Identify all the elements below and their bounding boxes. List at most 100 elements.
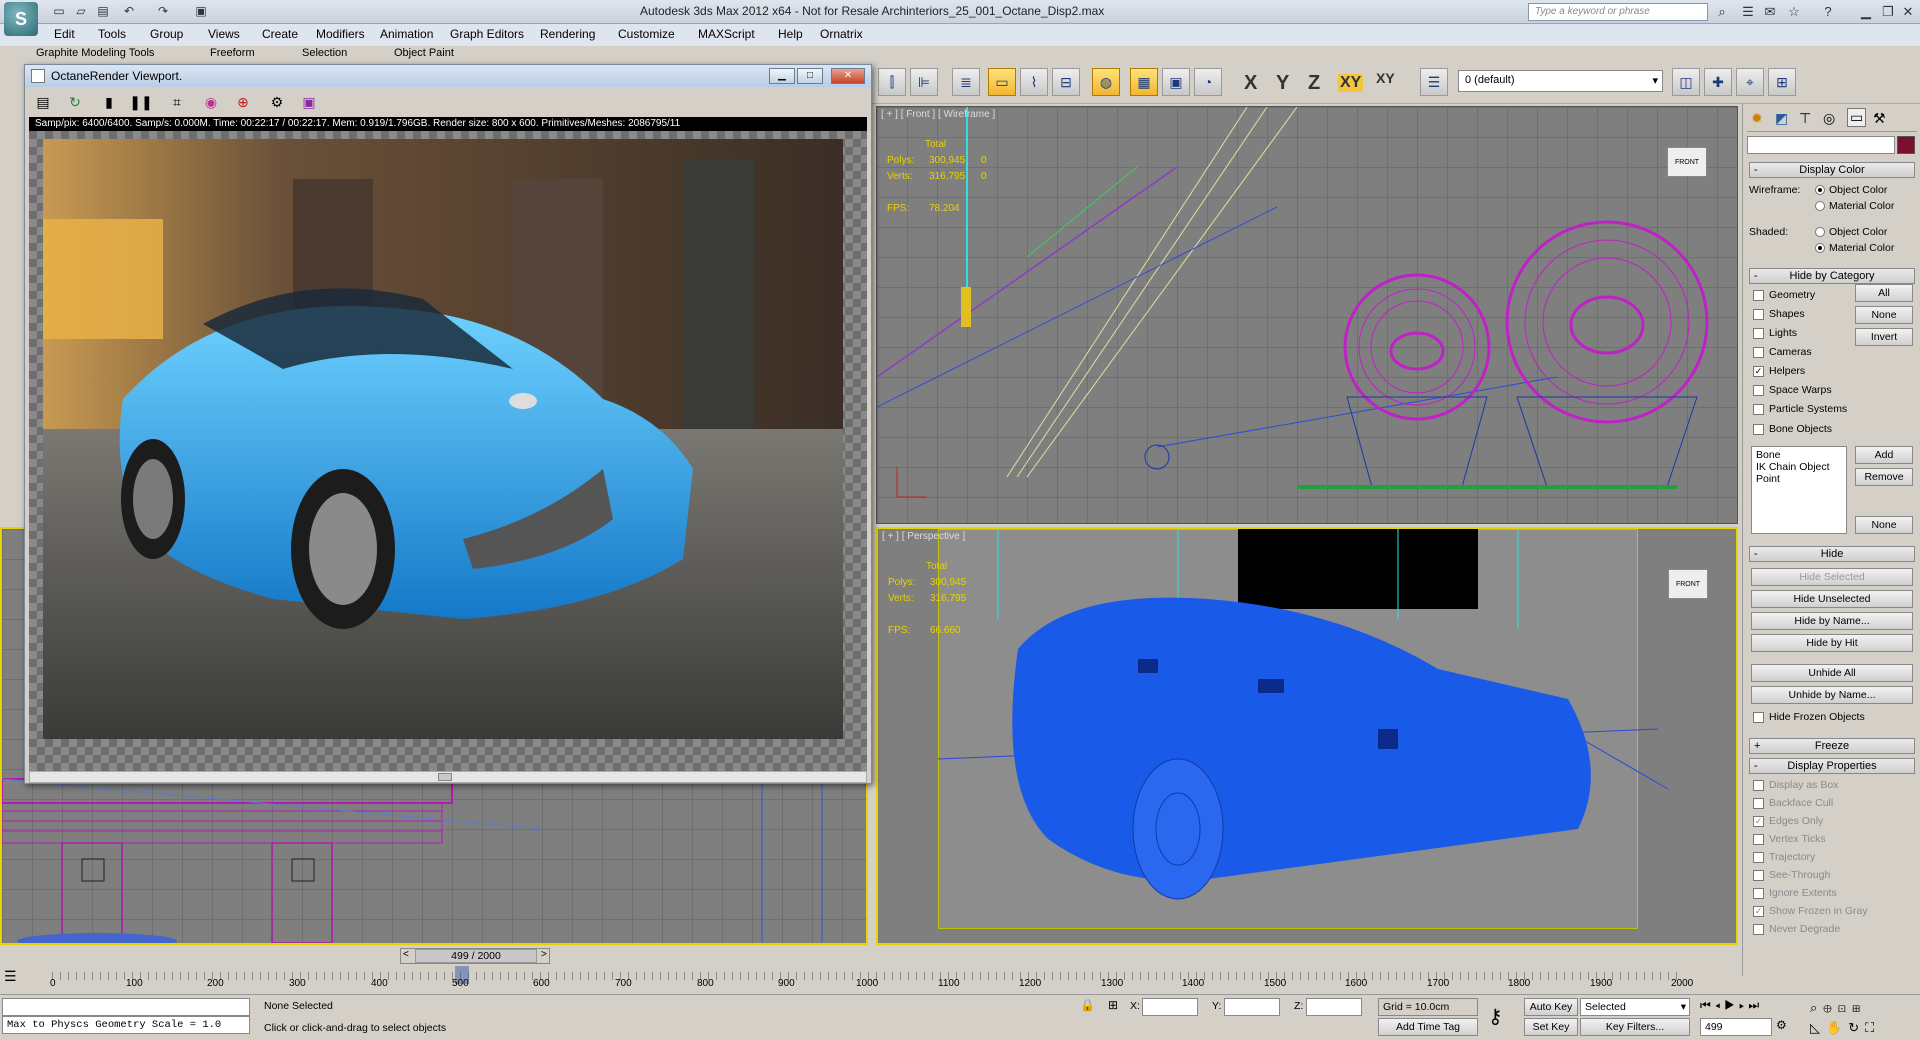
refresh-icon[interactable]: ↻ [63, 91, 87, 113]
lights-checkbox[interactable] [1753, 328, 1764, 339]
see-through-checkbox[interactable] [1753, 870, 1764, 881]
shaded-object-color-radio[interactable] [1815, 227, 1825, 237]
menu-edit[interactable]: Edit [54, 27, 75, 41]
render-production-icon[interactable]: ◔ [1194, 68, 1222, 96]
viewport-label[interactable]: [ + ] [ Perspective ] [882, 531, 965, 542]
app-logo-button[interactable]: S [4, 2, 38, 36]
chevron-right-icon[interactable]: > [541, 949, 547, 960]
play-icon[interactable]: ▶ [1724, 998, 1739, 1012]
curve-editor-icon[interactable]: ⌇ [1020, 68, 1048, 96]
key-mode-dropdown[interactable]: Selected ▾ [1580, 998, 1690, 1016]
new-file-icon[interactable]: ▭ [50, 3, 68, 19]
object-name-field[interactable] [1747, 136, 1895, 154]
next-frame-icon[interactable]: ▸ [1739, 998, 1748, 1012]
shaded-material-color-radio[interactable] [1815, 243, 1825, 253]
create-tab-icon[interactable]: ✹ [1751, 110, 1763, 127]
save-image-icon[interactable]: ▤ [31, 91, 55, 113]
add-button[interactable]: Add [1855, 446, 1913, 464]
time-slider-thumb[interactable]: 499 / 2000 [415, 949, 537, 963]
key-icon[interactable]: ⚷ [1488, 1004, 1503, 1029]
settings-icon[interactable]: ⚙ [265, 91, 289, 113]
lock-icon[interactable]: ▮ [97, 91, 121, 113]
display-tab-icon[interactable]: ▭ [1847, 108, 1867, 127]
none-list-button[interactable]: None [1855, 516, 1913, 534]
axis-z-button[interactable]: Z [1308, 72, 1320, 95]
motion-tab-icon[interactable]: ◎ [1823, 110, 1835, 127]
open-file-icon[interactable]: ▱ [72, 3, 90, 19]
pan-icon[interactable]: ✋ [1826, 1020, 1848, 1035]
save-icon[interactable]: ▤ [94, 3, 112, 19]
viewcube[interactable]: FRONT [1668, 569, 1708, 599]
tab-selection[interactable]: Selection [302, 47, 347, 59]
display-as-box-checkbox[interactable] [1753, 780, 1764, 791]
x-coord-field[interactable] [1142, 998, 1198, 1016]
rollout-hide[interactable]: - Hide [1749, 546, 1915, 562]
remove-button[interactable]: Remove [1855, 468, 1913, 486]
graphite-toggle-icon[interactable]: ▭ [988, 68, 1016, 96]
field-of-view-icon[interactable]: ◺ [1810, 1020, 1826, 1035]
all-button[interactable]: All [1855, 284, 1913, 302]
axis-xy-cycle-button[interactable]: XY [1376, 70, 1395, 86]
particle-systems-checkbox[interactable] [1753, 404, 1764, 415]
material-editor-icon[interactable]: ◍ [1092, 68, 1120, 96]
menu-graph-editors[interactable]: Graph Editors [450, 27, 524, 41]
binoculars-icon[interactable]: ⌕ [1712, 3, 1732, 21]
time-slider[interactable]: < 499 / 2000 > [400, 948, 550, 964]
redo-icon[interactable]: ↷ [154, 3, 172, 19]
menu-rendering[interactable]: Rendering [540, 27, 595, 41]
key-filters-button[interactable]: Key Filters... [1580, 1018, 1690, 1036]
menu-help[interactable]: Help [778, 27, 803, 41]
pause-icon[interactable]: ❚❚ [129, 91, 153, 113]
never-degrade-checkbox[interactable] [1753, 924, 1764, 935]
viewport-front[interactable]: [ + ] [ Front ] [ Wireframe ] Total Poly… [876, 106, 1738, 524]
none-button[interactable]: None [1855, 306, 1913, 324]
rollout-hide-by-category[interactable]: - Hide by Category [1749, 268, 1915, 284]
menu-animation[interactable]: Animation [380, 27, 433, 41]
category-list[interactable]: Bone IK Chain Object Point [1751, 446, 1847, 534]
list-item[interactable]: IK Chain Object [1756, 461, 1842, 473]
hierarchy-tab-icon[interactable]: ⊤ [1799, 110, 1811, 127]
vertex-ticks-checkbox[interactable] [1753, 834, 1764, 845]
menu-group[interactable]: Group [150, 27, 183, 41]
viewcube[interactable]: FRONT [1667, 147, 1707, 177]
time-config-icon[interactable]: ⚙ [1776, 1018, 1787, 1032]
trajectory-checkbox[interactable] [1753, 852, 1764, 863]
current-frame-field[interactable]: 499 [1700, 1018, 1772, 1036]
unhide-by-name-button[interactable]: Unhide by Name... [1751, 686, 1913, 704]
minimize-icon[interactable]: ▁ [769, 68, 795, 84]
tab-freeform[interactable]: Freeform [210, 47, 255, 59]
absolute-mode-icon[interactable]: ⊞ [1108, 998, 1118, 1012]
go-to-start-icon[interactable]: ⏮ [1700, 998, 1715, 1012]
close-icon[interactable]: ✕ [1898, 3, 1918, 21]
add-to-layer-icon[interactable]: ✚ [1704, 68, 1732, 96]
list-item[interactable]: Bone [1756, 449, 1842, 461]
menu-tools[interactable]: Tools [98, 27, 126, 41]
region-render-icon[interactable]: ⌗ [165, 91, 189, 113]
object-color-swatch[interactable] [1897, 136, 1915, 154]
close-icon[interactable]: ✕ [831, 68, 865, 84]
subscription-icon[interactable]: ☰ [1738, 3, 1758, 21]
horizontal-scrollbar[interactable] [29, 771, 867, 783]
zoom-all-icon[interactable]: ⊕ [1823, 1000, 1837, 1015]
auto-key-button[interactable]: Auto Key [1524, 998, 1578, 1016]
wireframe-material-color-radio[interactable] [1815, 201, 1825, 211]
wireframe-object-color-radio[interactable] [1815, 185, 1825, 195]
invert-button[interactable]: Invert [1855, 328, 1913, 346]
lock-selection-icon[interactable]: 🔒 [1080, 998, 1095, 1012]
mirror-icon[interactable]: ⫿ [878, 68, 906, 96]
rendered-frame-window-icon[interactable]: ▣ [1162, 68, 1190, 96]
mini-curve-editor-icon[interactable]: ☰ [4, 968, 17, 985]
playback-controls[interactable]: ⏮◂▶▸⏭ [1700, 998, 1800, 1016]
favorites-icon[interactable]: ☆ [1784, 3, 1804, 21]
menu-modifiers[interactable]: Modifiers [316, 27, 365, 41]
maximize-icon[interactable]: □ [797, 68, 823, 84]
scrollbar-thumb[interactable] [438, 773, 452, 781]
maxscript-output[interactable]: Max to Physcs Geometry Scale = 1.0 [2, 1016, 250, 1034]
previous-frame-icon[interactable]: ◂ [1715, 998, 1724, 1012]
select-in-layer-icon[interactable]: ⌖ [1736, 68, 1764, 96]
render-setup-icon[interactable]: ▦ [1130, 68, 1158, 96]
color-picker-icon[interactable]: ◉ [199, 91, 223, 113]
modify-tab-icon[interactable]: ◩ [1775, 110, 1788, 127]
project-folder-icon[interactable]: ▣ [192, 3, 210, 19]
layer-list-icon[interactable]: ☰ [1420, 68, 1448, 96]
